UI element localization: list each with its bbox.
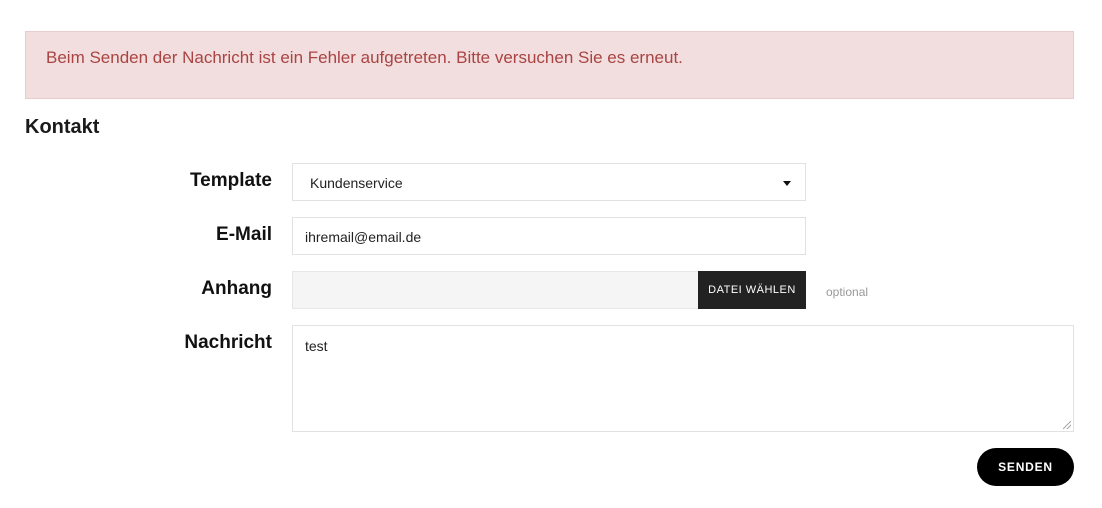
page-title: Kontakt — [25, 116, 100, 138]
choose-file-button[interactable]: DATEI WÄHLEN — [698, 271, 806, 309]
chevron-down-icon — [783, 181, 791, 186]
email-label: E-Mail — [216, 224, 272, 245]
error-alert-message: Beim Senden der Nachricht ist ein Fehler… — [46, 48, 683, 67]
error-alert: Beim Senden der Nachricht ist ein Fehler… — [25, 31, 1074, 99]
email-field-value: ihremail@email.de — [305, 229, 422, 245]
send-button[interactable]: SENDEN — [977, 448, 1074, 486]
template-select[interactable]: Kundenservice — [292, 163, 806, 201]
resize-handle-icon[interactable] — [1063, 421, 1071, 429]
message-label: Nachricht — [184, 332, 272, 353]
attachment-optional-hint: optional — [826, 285, 869, 299]
template-label: Template — [189, 170, 272, 191]
attachment-label: Anhang — [201, 278, 272, 299]
message-textarea[interactable]: test — [292, 325, 1074, 432]
message-textarea-value: test — [305, 338, 328, 354]
email-field[interactable]: ihremail@email.de — [292, 217, 806, 255]
template-select-value: Kundenservice — [310, 175, 403, 191]
attachment-file-field[interactable] — [292, 271, 698, 309]
